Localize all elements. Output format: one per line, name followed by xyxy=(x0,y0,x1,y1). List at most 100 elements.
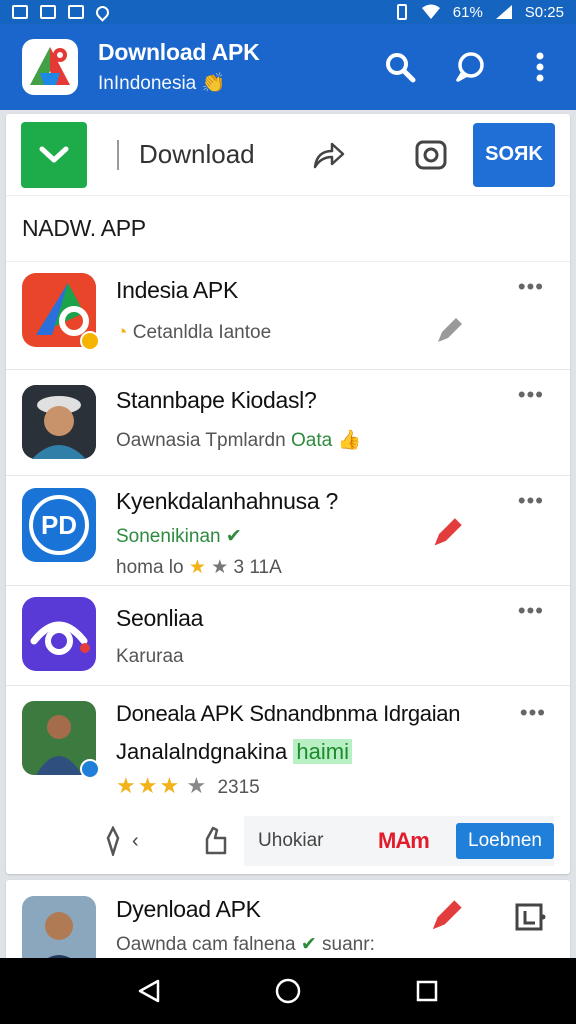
app-subtitle-text: Oawnda cam falnena xyxy=(116,934,296,955)
pd-logo: PD xyxy=(29,495,89,555)
clock: S0:25 xyxy=(524,3,564,21)
app-bar: Download APK InIndonesia 👏 xyxy=(0,24,576,110)
app-subtitle: Janalalndgnakina haimi xyxy=(116,739,554,765)
recents-button[interactable] xyxy=(409,973,445,1009)
instagram-button[interactable] xyxy=(413,137,449,173)
app-subtitle: ◔ Cetanldla Iantoe xyxy=(116,322,554,344)
chat-button[interactable] xyxy=(452,49,488,85)
pen-icon xyxy=(438,318,462,342)
edit-tool-button[interactable] xyxy=(428,898,464,939)
clap-emoji: 👏 xyxy=(201,73,226,94)
save-button[interactable] xyxy=(512,900,548,936)
share-button[interactable] xyxy=(311,137,347,173)
verified-check-icon: ✔ xyxy=(300,934,317,955)
home-button[interactable] xyxy=(270,973,306,1009)
verified-badge-icon xyxy=(80,759,100,779)
brand-logo: MAm xyxy=(378,828,430,853)
app-item-body: Dyenload APK Oawnda cam falnena ✔ suanr: xyxy=(116,896,554,960)
overflow-menu-button[interactable] xyxy=(522,49,558,85)
rating-stars: ★★★ xyxy=(116,773,182,798)
app-list-item[interactable]: Indesia APK ◔ Cetanldla Iantoe ••• xyxy=(6,262,570,370)
status-bar: 61% S0:25 xyxy=(0,0,576,24)
app-list-card: Download SOЯK NADW. APP Indesia APK ◔ Ce… xyxy=(6,114,570,874)
open-button[interactable]: Loebnen xyxy=(456,823,554,859)
coin-icon: ◔ xyxy=(116,322,128,343)
app-title: Download APK xyxy=(98,39,260,65)
chat-icon xyxy=(456,52,484,82)
app-subtitle-text: Oawnasia Tpmlardn xyxy=(116,430,286,451)
app-title: Dyenload APK xyxy=(116,896,261,922)
app-titles: Download APK InIndonesia 👏 xyxy=(98,39,382,95)
bookmark-square-icon xyxy=(515,903,546,931)
download-toolbar: Download SOЯK xyxy=(6,114,570,196)
item-more-button[interactable]: ••• xyxy=(518,382,544,408)
app-icon xyxy=(22,896,96,960)
app-actions xyxy=(382,49,558,85)
gallery-notification-icon xyxy=(40,5,56,19)
chevron-left-icon: ‹ xyxy=(132,829,139,852)
back-button[interactable] xyxy=(131,973,167,1009)
back-triangle-icon xyxy=(139,979,160,1003)
status-left xyxy=(12,2,112,22)
app-subtitle: Sonenikinan ✔ xyxy=(116,525,554,548)
system-nav-bar xyxy=(0,958,576,1024)
tag-icon xyxy=(106,826,120,856)
wifi-icon xyxy=(421,4,440,19)
app-list-item-expanded[interactable]: Doneala APK Sdnandbnma Idrgaian Janalaln… xyxy=(6,686,570,866)
red-pen-icon xyxy=(432,900,462,930)
app-subtitle-highlight: haimi xyxy=(293,739,352,764)
app-icon xyxy=(22,701,100,779)
person-portrait-icon xyxy=(22,896,96,960)
home-circle-icon xyxy=(275,978,301,1004)
item-more-button[interactable]: ••• xyxy=(518,274,544,300)
app-meta: homa lo ★ ★ 3 11A xyxy=(116,556,554,579)
download-button[interactable] xyxy=(21,121,87,188)
like-button[interactable] xyxy=(199,823,234,859)
notification-dot-icon xyxy=(80,643,90,653)
star-icon: ★ xyxy=(188,557,206,578)
item-more-button[interactable]: ••• xyxy=(518,598,544,624)
thumbs-up-outline-icon xyxy=(206,826,227,855)
app-list-item[interactable]: Seonliaa Karuraa ••• xyxy=(6,586,570,686)
app-rating: ★★★ ★ 2315 xyxy=(116,773,554,799)
app-title: Doneala APK Sdnandbnma Idrgaian xyxy=(116,701,461,726)
app-subtitle-text: Cetanldla Iantoe xyxy=(132,322,272,343)
app-list-item[interactable]: PD Kyenkdalanhahnusa ? Sonenikinan ✔ hom… xyxy=(6,476,570,586)
item-more-button[interactable]: ••• xyxy=(518,488,544,514)
edit-tool-button[interactable] xyxy=(430,516,464,555)
app-item-body: Kyenkdalanhahnusa ? Sonenikinan ✔ homa l… xyxy=(116,488,554,585)
status-right: 61% S0:25 xyxy=(395,4,564,21)
app-subtitle-text: InIndonesia xyxy=(98,73,197,94)
search-button[interactable] xyxy=(382,49,418,85)
app-title: Indesia APK xyxy=(116,277,239,303)
alert-notification-icon xyxy=(68,5,84,19)
app-icon: PD xyxy=(22,488,96,562)
rating-count: 2315 xyxy=(217,777,260,798)
app-title: Stannbape Kiodasl? xyxy=(116,387,317,413)
edit-tool-button[interactable] xyxy=(434,316,464,351)
tag-button[interactable]: ‹ xyxy=(106,826,139,856)
chevron-down-icon xyxy=(39,146,69,162)
app-subtitle: InIndonesia 👏 xyxy=(98,71,382,95)
app-item-body: Indesia APK ◔ Cetanldla Iantoe xyxy=(116,273,554,369)
app-list-item[interactable]: Stannbape Kiodasl? Oawnasia Tpmlardn Oat… xyxy=(6,370,570,476)
red-pen-icon xyxy=(434,518,462,546)
image-notification-icon xyxy=(12,5,28,19)
section-heading: NADW. APP xyxy=(6,196,570,262)
app-logo xyxy=(22,39,78,95)
app-meta-text: homa lo xyxy=(116,557,184,578)
app-title: Seonliaa xyxy=(116,605,204,631)
search-submit-button[interactable]: SOЯK xyxy=(473,122,555,187)
battery-level: 61% xyxy=(452,3,483,21)
action-pill: Uhokiar MAm Loebnen xyxy=(244,816,554,866)
action-pill-text[interactable]: Uhokiar xyxy=(258,830,378,852)
app-icon xyxy=(22,273,100,351)
app-list-item[interactable]: Dyenload APK Oawnda cam falnena ✔ suanr: xyxy=(6,880,570,960)
app-item-body: Seonliaa Karuraa xyxy=(116,597,554,685)
share-arrow-icon xyxy=(313,142,345,168)
location-icon xyxy=(93,2,112,22)
item-more-button[interactable]: ••• xyxy=(520,700,546,726)
app-item-body: Stannbape Kiodasl? Oawnasia Tpmlardn Oat… xyxy=(116,385,554,475)
thumbs-up-icon: 👍 xyxy=(337,430,362,451)
app-subtitle: Oawnda cam falnena ✔ suanr: xyxy=(116,933,554,956)
